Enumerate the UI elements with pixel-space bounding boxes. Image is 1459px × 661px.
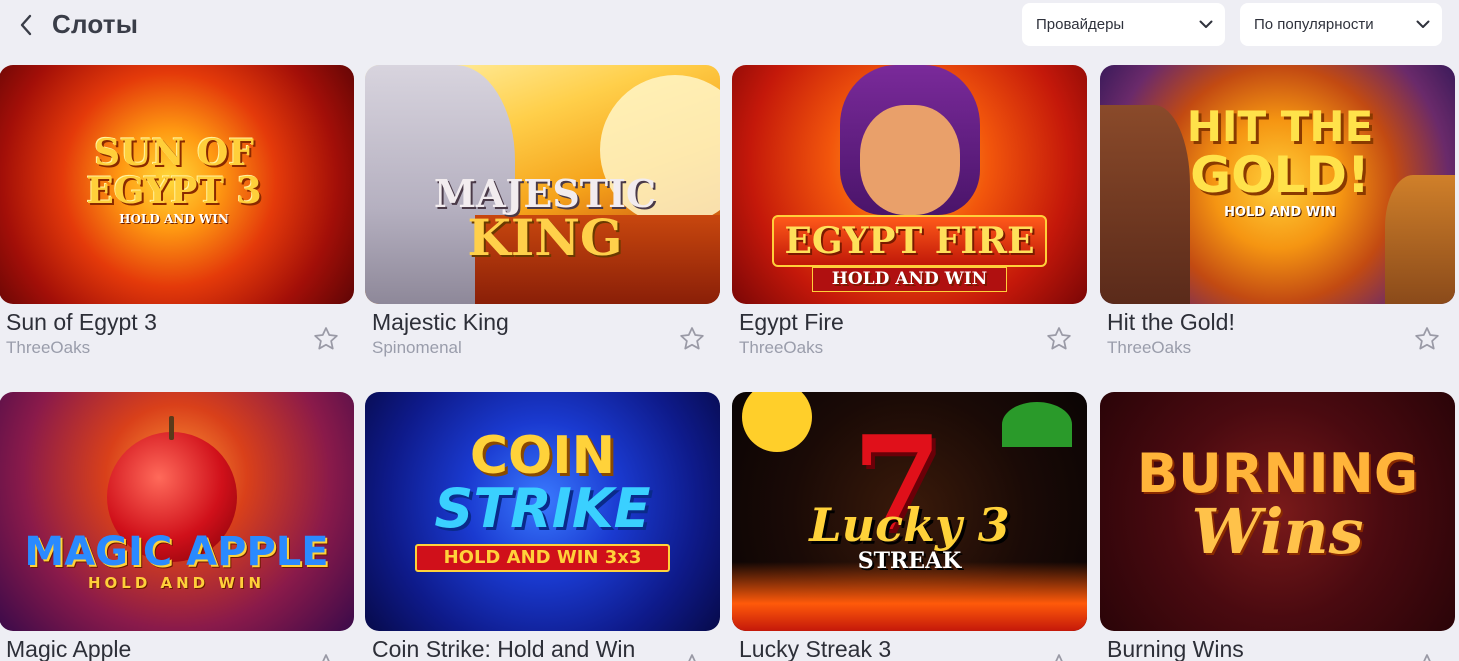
game-thumbnail[interactable]: COIN STRIKE HOLD AND WIN 3x3: [365, 392, 720, 631]
game-title[interactable]: Sun of Egypt 3: [6, 309, 157, 336]
game-thumbnail[interactable]: MAGIC APPLE HOLD AND WIN: [0, 392, 354, 631]
star-outline-icon[interactable]: [1045, 325, 1073, 353]
logo-text: STREAK: [857, 548, 962, 574]
game-title[interactable]: Coin Strike: Hold and Win: [372, 636, 635, 661]
logo-tag: HOLD AND WIN: [87, 574, 266, 592]
logo-text: MAGIC APPLE: [24, 529, 329, 575]
game-artwork: MAJESTIC KING: [365, 65, 720, 304]
star-outline-icon[interactable]: [678, 325, 706, 353]
star-outline-icon[interactable]: [678, 652, 706, 661]
slots-page: Слоты Провайдеры По популярности SUN OF …: [0, 0, 1459, 661]
chevron-down-icon: [1416, 20, 1430, 30]
logo-text: Lucky 3: [809, 498, 1010, 552]
game-thumbnail[interactable]: MAJESTIC KING: [365, 65, 720, 304]
game-title[interactable]: Majestic King: [372, 309, 509, 336]
logo-text: SUN OF: [94, 132, 254, 174]
game-title[interactable]: Egypt Fire: [739, 309, 844, 336]
star-outline-icon[interactable]: [312, 325, 340, 353]
game-title[interactable]: Lucky Streak 3: [739, 636, 891, 661]
game-card: SUN OF EGYPT 3 HOLD AND WIN Sun of Egypt…: [0, 65, 354, 357]
game-artwork: EGYPT FIRE HOLD AND WIN: [732, 65, 1087, 304]
logo-text: HIT THE: [1186, 102, 1374, 151]
game-provider: ThreeOaks: [739, 338, 824, 357]
logo-text: EGYPT FIRE: [772, 215, 1047, 267]
game-artwork: COIN STRIKE HOLD AND WIN 3x3: [365, 392, 720, 631]
game-card: 7 Lucky 3 STREAK Lucky Streak 3: [732, 392, 1087, 661]
logo-text: GOLD!: [1190, 146, 1370, 205]
game-card: EGYPT FIRE HOLD AND WIN Egypt Fire Three…: [732, 65, 1087, 357]
sort-dropdown[interactable]: По популярности: [1240, 3, 1442, 46]
star-outline-icon[interactable]: [1413, 652, 1441, 661]
page-title: Слоты: [52, 9, 139, 39]
game-thumbnail[interactable]: EGYPT FIRE HOLD AND WIN: [732, 65, 1087, 304]
game-artwork: BURNING Wins: [1100, 392, 1455, 631]
logo-text: KING: [467, 208, 623, 267]
chevron-down-icon: [1199, 20, 1213, 30]
star-outline-icon[interactable]: [1045, 652, 1073, 661]
game-thumbnail[interactable]: SUN OF EGYPT 3 HOLD AND WIN: [0, 65, 354, 304]
logo-text: EGYPT 3: [86, 170, 262, 212]
star-outline-icon[interactable]: [1413, 325, 1441, 353]
game-provider: ThreeOaks: [6, 338, 91, 357]
game-title[interactable]: Hit the Gold!: [1107, 309, 1235, 336]
logo-tag: HOLD AND WIN 3x3: [415, 544, 670, 572]
game-artwork: HIT THE GOLD! HOLD AND WIN: [1100, 65, 1455, 304]
game-thumbnail[interactable]: BURNING Wins: [1100, 392, 1455, 631]
logo-tag: HOLD AND WIN: [812, 267, 1007, 292]
game-thumbnail[interactable]: HIT THE GOLD! HOLD AND WIN: [1100, 65, 1455, 304]
logo-tag: HOLD AND WIN: [119, 212, 229, 226]
sort-dropdown-label: По популярности: [1254, 16, 1374, 33]
game-artwork: 7 Lucky 3 STREAK: [732, 392, 1087, 631]
star-outline-icon[interactable]: [312, 652, 340, 661]
game-card: BURNING Wins Burning Wins: [1100, 392, 1455, 661]
back-button[interactable]: [12, 10, 40, 40]
game-card: MAGIC APPLE HOLD AND WIN Magic Apple: [0, 392, 354, 661]
page-header: Слоты Провайдеры По популярности: [0, 0, 1459, 52]
providers-dropdown-label: Провайдеры: [1036, 16, 1125, 33]
logo-text: BURNING: [1136, 442, 1419, 505]
game-title[interactable]: Burning Wins: [1107, 636, 1244, 661]
logo-text: STRIKE: [434, 477, 651, 540]
game-artwork: SUN OF EGYPT 3 HOLD AND WIN: [0, 65, 354, 304]
game-provider: ThreeOaks: [1107, 338, 1192, 357]
game-thumbnail[interactable]: 7 Lucky 3 STREAK: [732, 392, 1087, 631]
logo-text: COIN: [469, 426, 616, 486]
logo-tag: HOLD AND WIN: [1224, 204, 1336, 220]
game-provider: Spinomenal: [372, 338, 462, 357]
logo-text: Wins: [1191, 495, 1364, 568]
chevron-left-icon: [20, 14, 32, 36]
game-artwork: MAGIC APPLE HOLD AND WIN: [0, 392, 354, 631]
game-card: HIT THE GOLD! HOLD AND WIN Hit the Gold!…: [1100, 65, 1455, 357]
game-card: MAJESTIC KING Majestic King Spinomenal: [365, 65, 720, 357]
game-title[interactable]: Magic Apple: [6, 636, 131, 661]
providers-dropdown[interactable]: Провайдеры: [1022, 3, 1225, 46]
game-card: COIN STRIKE HOLD AND WIN 3x3 Coin Strike…: [365, 392, 720, 661]
